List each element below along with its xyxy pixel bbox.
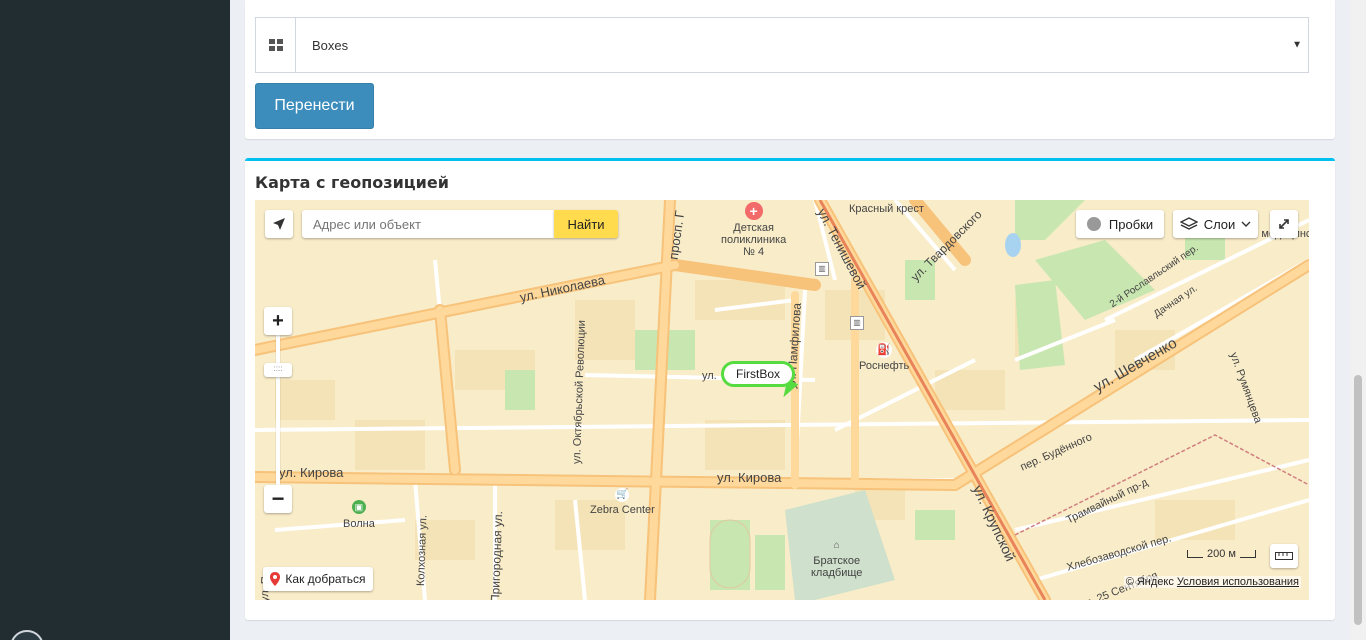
street-label: ул. Кирова xyxy=(717,470,782,485)
page-scrollbar[interactable] xyxy=(1350,0,1366,640)
firstbox-marker[interactable]: FirstBox xyxy=(721,361,796,387)
car-wash-icon: ▣ xyxy=(351,500,366,514)
street-label: ул. Кирова xyxy=(279,465,344,480)
box-type-select[interactable]: Boxes ▼ xyxy=(296,18,1308,72)
map-scale: 200 м xyxy=(1187,548,1256,560)
select-addon xyxy=(256,18,296,72)
location-arrow-icon xyxy=(273,218,285,230)
poi-zebra[interactable]: 🛒 Zebra Center xyxy=(590,488,655,516)
building-icon: ▥ xyxy=(815,262,829,276)
map-box-title: Карта с геопозицией xyxy=(255,173,449,192)
grid-icon xyxy=(268,39,283,51)
main-content: Boxes ▼ Перенести Карта с геопозицией ул… xyxy=(230,0,1350,640)
map-copyright: © Яндекс Условия использования xyxy=(1123,576,1301,588)
poi-rosneft[interactable]: ⛽ Роснефть xyxy=(859,342,909,372)
hospital-icon: + xyxy=(744,202,763,220)
avatar[interactable] xyxy=(10,630,44,640)
select-value: Boxes xyxy=(312,37,349,53)
chevron-down-icon xyxy=(1241,221,1251,227)
map-box: Карта с геопозицией ул. Николаева ул. Ки… xyxy=(245,158,1335,620)
fuel-icon: ⛽ xyxy=(876,342,893,358)
sidebar xyxy=(0,0,230,640)
layers-label: Слои xyxy=(1203,216,1236,232)
monument-icon: ⌂ xyxy=(833,540,840,551)
layers-button[interactable]: Слои xyxy=(1173,210,1258,238)
map-search-button[interactable]: Найти xyxy=(554,210,618,238)
poi-label: Zebra Center xyxy=(590,504,655,516)
ruler-icon xyxy=(1275,552,1293,560)
scale-bar-left xyxy=(1187,550,1203,558)
box-select-group[interactable]: Boxes ▼ xyxy=(255,17,1309,73)
route-button[interactable]: Как добраться xyxy=(263,567,373,591)
scale-bar-right xyxy=(1239,550,1256,558)
street-label: ул. xyxy=(702,370,717,382)
poi-bratskoe[interactable]: ⌂ Братское кладбище xyxy=(811,540,862,579)
poi-polyclinic[interactable]: + Детская поликлиника № 4 xyxy=(721,202,786,258)
traffic-light-icon xyxy=(1086,217,1101,231)
fullscreen-button[interactable] xyxy=(1270,210,1298,238)
shopping-cart-icon: 🛒 xyxy=(615,488,630,502)
poi-label: Красный крест xyxy=(849,203,924,215)
traffic-label: Пробки xyxy=(1108,216,1154,232)
poi-label: Детская поликлиника № 4 xyxy=(721,222,787,258)
expand-icon xyxy=(1279,219,1289,229)
layers-icon xyxy=(1179,217,1198,230)
traffic-button[interactable]: Пробки xyxy=(1076,210,1164,238)
ruler-button[interactable] xyxy=(1270,544,1298,568)
zoom-slider-handle[interactable]: :::: xyxy=(264,363,292,377)
route-label: Как добраться xyxy=(285,572,366,586)
zoom-out-button[interactable]: − xyxy=(264,485,292,513)
poi-label: Роснефть xyxy=(859,360,910,372)
poi-label: Волна xyxy=(343,518,375,530)
poi-volna[interactable]: ▣ Волна xyxy=(343,500,375,530)
terms-link[interactable]: Условия использования xyxy=(1177,576,1299,588)
yandex-map[interactable]: ул. Николаева ул. Кирова ул. Кирова ул. … xyxy=(255,200,1309,600)
scrollbar-thumb[interactable] xyxy=(1354,375,1362,625)
map-search-input[interactable] xyxy=(302,210,554,238)
scale-label: 200 м xyxy=(1207,548,1236,560)
poi-label: Братское кладбище xyxy=(811,555,863,579)
minus-icon: − xyxy=(271,486,285,511)
street-label: Колхозная ул. xyxy=(415,514,430,587)
zoom-in-button[interactable]: + xyxy=(264,307,292,335)
copyright-text: © Яндекс xyxy=(1125,576,1174,588)
geolocation-button[interactable] xyxy=(265,210,293,238)
building-icon: ▥ xyxy=(850,316,864,330)
plus-icon: + xyxy=(272,309,284,332)
transfer-form-box: Boxes ▼ Перенести xyxy=(245,0,1335,139)
zoom-slider-track[interactable] xyxy=(276,335,280,485)
caret-down-icon: ▼ xyxy=(1292,39,1302,51)
map-pin-icon xyxy=(270,572,281,586)
transfer-button[interactable]: Перенести xyxy=(255,83,374,129)
